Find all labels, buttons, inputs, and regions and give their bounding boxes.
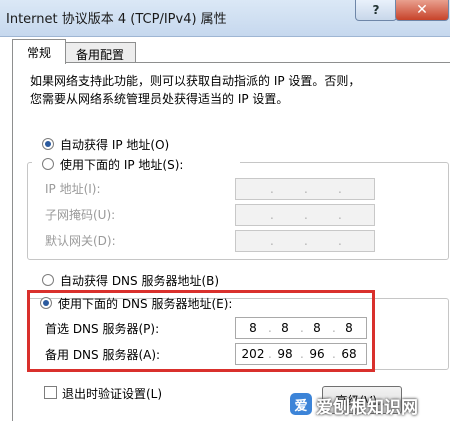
subnet-mask-label: 子网掩码(U): xyxy=(45,208,116,222)
tab-general[interactable]: 常规 xyxy=(12,39,66,64)
ip-address-label: IP 地址(I): xyxy=(45,182,101,196)
help-button[interactable]: ? xyxy=(355,0,397,21)
window-title: Internet 协议版本 4 (TCP/IPv4) 属性 xyxy=(6,12,227,27)
ip-manual-label[interactable]: 使用下面的 IP 地址(S): xyxy=(60,156,183,173)
help-icon: ? xyxy=(372,3,380,17)
watermark-logo-icon: 爱 xyxy=(290,393,312,415)
ip-address-field: ... xyxy=(235,178,375,200)
default-gateway-field: ... xyxy=(235,230,375,252)
close-icon: ✕ xyxy=(416,2,428,18)
dns-auto-label[interactable]: 自动获得 DNS 服务器地址(B) xyxy=(60,272,219,289)
description-text: 如果网络支持此功能，则可以获取自动指派的 IP 设置。否则， 您需要从网络系统管… xyxy=(30,72,360,108)
default-gateway-label: 默认网关(D): xyxy=(45,234,116,248)
dns-highlight-box xyxy=(27,290,375,372)
validate-label[interactable]: 退出时验证设置(L) xyxy=(62,385,162,402)
ip-manual-radio[interactable] xyxy=(42,158,54,170)
watermark-text: 爱刨根知识网 xyxy=(316,398,418,418)
description-line-2: 您需要从网络系统管理员处获得适当的 IP 设置。 xyxy=(30,92,289,106)
ip-auto-radio[interactable] xyxy=(42,138,54,150)
subnet-mask-field: ... xyxy=(235,204,375,226)
description-line-1: 如果网络支持此功能，则可以获取自动指派的 IP 设置。否则， xyxy=(30,74,361,88)
dns-auto-radio[interactable] xyxy=(42,274,54,286)
close-button[interactable]: ✕ xyxy=(395,0,449,21)
validate-checkbox[interactable] xyxy=(44,386,57,399)
ip-auto-label[interactable]: 自动获得 IP 地址(O) xyxy=(60,136,169,153)
